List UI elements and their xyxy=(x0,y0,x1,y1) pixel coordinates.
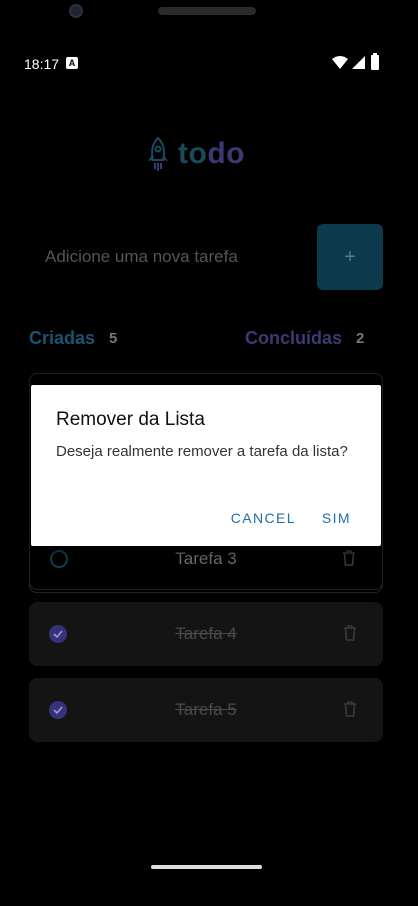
created-label: Criadas xyxy=(29,327,96,348)
trash-icon[interactable] xyxy=(343,625,357,641)
logo-text-do: do xyxy=(207,137,245,170)
created-counter: Criadas 5 xyxy=(29,326,117,350)
new-task-input[interactable] xyxy=(29,224,305,290)
app-logo: todo xyxy=(146,134,245,174)
task-card[interactable]: Tarefa 5 xyxy=(29,678,383,742)
home-indicator[interactable] xyxy=(151,865,262,869)
trash-icon[interactable] xyxy=(342,550,356,566)
done-label: Concluídas xyxy=(245,327,343,348)
confirm-button[interactable]: SIM xyxy=(322,510,351,526)
trash-icon[interactable] xyxy=(343,701,357,717)
task-title: Tarefa 5 xyxy=(175,700,237,719)
cancel-button[interactable]: CANCEL xyxy=(231,510,296,526)
task-card[interactable]: Tarefa 4 xyxy=(29,602,383,666)
logo-text-to: to xyxy=(178,137,208,170)
add-task-button[interactable]: + xyxy=(317,224,383,290)
rocket-icon xyxy=(148,136,168,171)
created-count-badge: 5 xyxy=(109,329,118,347)
remove-task-dialog: Remover da Lista Deseja realmente remove… xyxy=(31,385,381,546)
dialog-message: Deseja realmente remover a tarefa da lis… xyxy=(56,443,348,460)
new-task-field[interactable] xyxy=(29,224,305,290)
task-title: Tarefa 4 xyxy=(175,624,237,643)
done-count-badge: 2 xyxy=(356,329,365,347)
dialog-title: Remover da Lista xyxy=(56,409,205,430)
done-counter: Concluídas 2 xyxy=(245,326,364,350)
dialog-actions: CANCEL SIM xyxy=(231,510,351,526)
